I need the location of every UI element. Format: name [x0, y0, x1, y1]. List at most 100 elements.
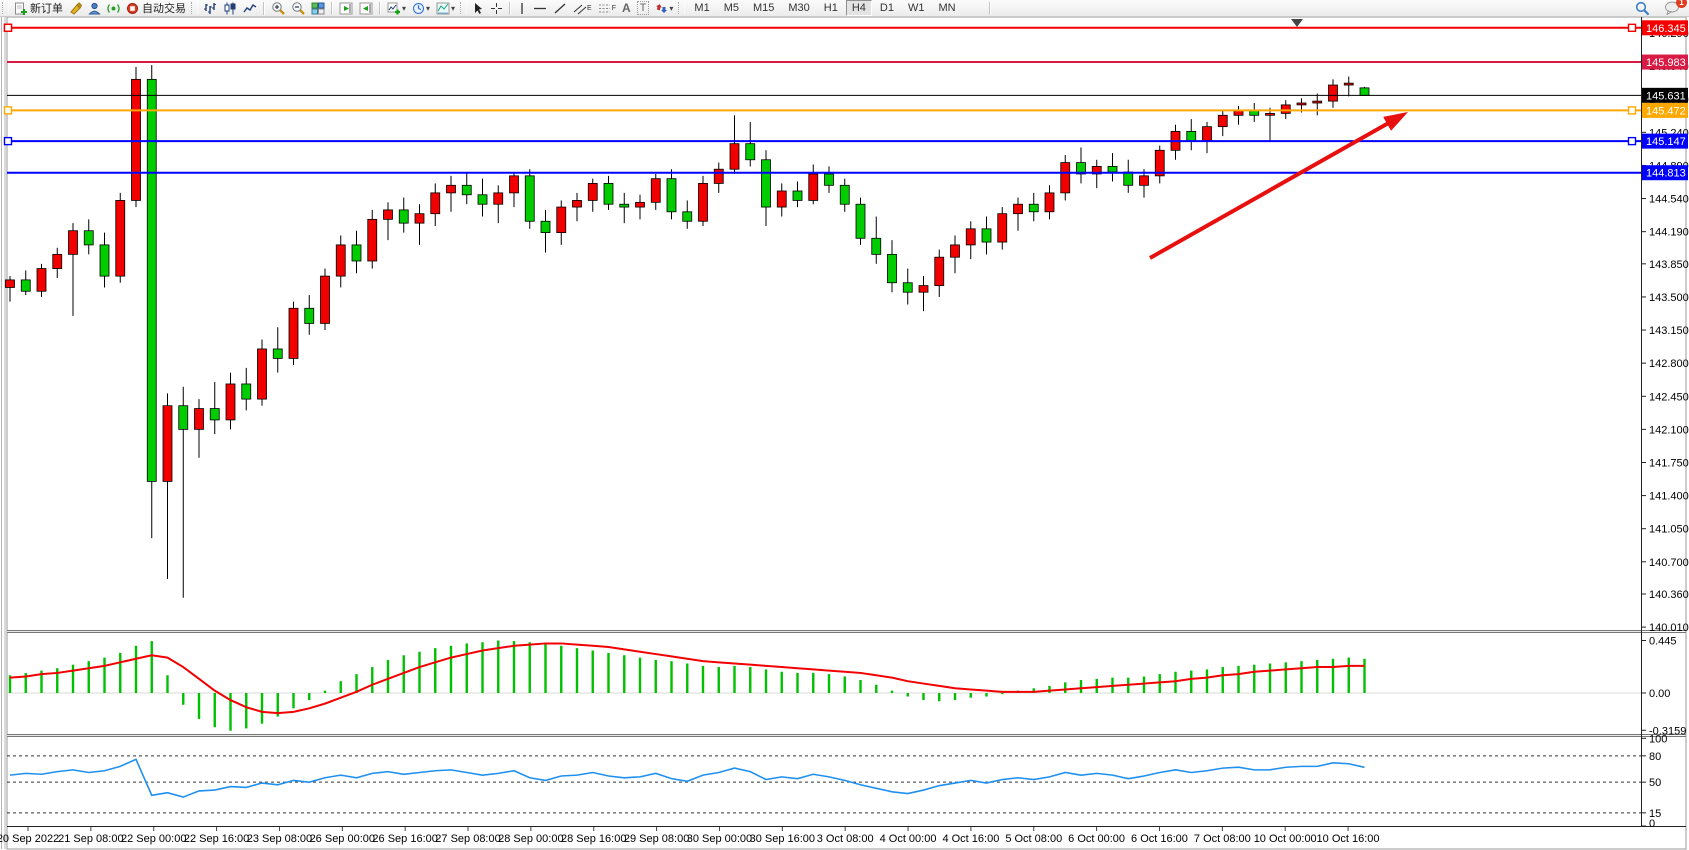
signals-button[interactable]: [104, 1, 123, 16]
svg-text:0: 0: [1649, 818, 1655, 830]
horizontal-line-button[interactable]: [530, 1, 550, 16]
cursor-icon: [472, 2, 484, 15]
tile-windows-button[interactable]: [308, 1, 328, 16]
application-window: 新订单 自动交易: [0, 0, 1689, 850]
candle-body: [1203, 127, 1212, 141]
profile-button[interactable]: [85, 1, 104, 16]
templates-dropdown-caret[interactable]: ▾: [451, 4, 455, 13]
candle-body: [667, 179, 676, 212]
svg-text:143.500: 143.500: [1649, 292, 1689, 304]
auto-scroll-button[interactable]: [336, 1, 356, 16]
timeframe-h1[interactable]: H1: [818, 0, 844, 16]
auto-trading-button[interactable]: 自动交易: [123, 1, 189, 16]
auto-scroll-icon: [339, 2, 353, 15]
candle-body: [714, 169, 723, 183]
fibonacci-icon: [598, 2, 612, 15]
svg-text:145.472: 145.472: [1646, 105, 1686, 117]
svg-text:50: 50: [1649, 777, 1661, 789]
vertical-line-button[interactable]: [514, 1, 530, 16]
timeframe-d1[interactable]: D1: [874, 0, 900, 16]
fibonacci-button[interactable]: F: [595, 1, 619, 16]
svg-text:30 Sep 16:00: 30 Sep 16:00: [750, 833, 815, 845]
svg-text:30 Sep 00:00: 30 Sep 00:00: [687, 833, 752, 845]
candle-body: [762, 160, 771, 207]
periods-dropdown-caret[interactable]: ▾: [426, 4, 430, 13]
candle-body: [1014, 204, 1023, 213]
candle-body: [179, 406, 188, 430]
candle-body: [840, 185, 849, 204]
indicators-dropdown-caret[interactable]: ▾: [402, 4, 406, 13]
zoom-out-button[interactable]: [288, 1, 308, 16]
line-handle-left[interactable]: [5, 107, 12, 114]
toolbar-grip[interactable]: [678, 2, 685, 14]
line-chart-button[interactable]: [240, 1, 260, 16]
timeframe-h4[interactable]: H4: [846, 0, 872, 16]
text-label-button[interactable]: T: [634, 1, 653, 16]
svg-text:28 Sep 00:00: 28 Sep 00:00: [498, 833, 563, 845]
svg-text:141.050: 141.050: [1649, 524, 1689, 536]
channel-letter: E: [587, 5, 592, 12]
svg-text:140.360: 140.360: [1649, 589, 1689, 601]
candle-body: [53, 254, 62, 268]
text-button[interactable]: A: [619, 1, 634, 16]
arrows-dropdown-caret[interactable]: ▾: [669, 4, 673, 13]
bar-chart-button[interactable]: [200, 1, 220, 16]
template-icon: [436, 2, 450, 15]
svg-text:144.813: 144.813: [1646, 168, 1686, 180]
line-handle-right[interactable]: [1629, 107, 1636, 114]
periods-button[interactable]: ▾: [409, 1, 433, 16]
svg-text:0.445: 0.445: [1649, 635, 1677, 647]
new-order-button[interactable]: 新订单: [11, 1, 66, 16]
line-handle-left[interactable]: [5, 138, 12, 145]
styler-button[interactable]: [66, 1, 85, 16]
search-button[interactable]: [1632, 1, 1653, 16]
timeframe-mn[interactable]: MN: [932, 0, 961, 16]
candle-body: [903, 283, 912, 292]
toolbar-grip[interactable]: [2, 2, 9, 14]
line-handle-left[interactable]: [5, 24, 12, 31]
indicators-icon: [387, 2, 401, 15]
toolbar-grip[interactable]: [460, 2, 467, 14]
timeframe-w1[interactable]: W1: [902, 0, 931, 16]
toolbar-grip[interactable]: [191, 2, 198, 14]
svg-text:145.631: 145.631: [1646, 90, 1686, 102]
candle-body: [951, 245, 960, 257]
timeframe-m30[interactable]: M30: [782, 0, 815, 16]
crosshair-icon: [490, 2, 503, 15]
zoom-in-button[interactable]: [268, 1, 288, 16]
candle-body: [100, 245, 109, 276]
svg-text:10 Oct 00:00: 10 Oct 00:00: [1254, 833, 1317, 845]
candle-body: [242, 384, 251, 399]
line-handle-right[interactable]: [1629, 24, 1636, 31]
notifications-button[interactable]: 1: [1661, 1, 1683, 16]
svg-text:141.400: 141.400: [1649, 491, 1689, 503]
chart-shift-button[interactable]: [356, 1, 376, 16]
candle-body: [1218, 115, 1227, 126]
crosshair-button[interactable]: [487, 1, 506, 16]
timeframe-m15[interactable]: M15: [747, 0, 780, 16]
tile-windows-icon: [311, 2, 325, 15]
svg-text:28 Sep 16:00: 28 Sep 16:00: [561, 833, 626, 845]
toolbar-separator: [989, 2, 991, 15]
trendline-button[interactable]: [550, 1, 570, 16]
candle-body: [604, 183, 613, 204]
svg-text:3 Oct 08:00: 3 Oct 08:00: [817, 833, 874, 845]
equidistant-channel-button[interactable]: E: [570, 1, 595, 16]
candle-body: [226, 384, 235, 420]
templates-button[interactable]: ▾: [433, 1, 458, 16]
cursor-button[interactable]: [469, 1, 487, 16]
svg-text:26 Sep 16:00: 26 Sep 16:00: [372, 833, 437, 845]
candle-body: [431, 193, 440, 214]
candlestick-chart-button[interactable]: [220, 1, 240, 16]
timeframe-m1[interactable]: M1: [688, 0, 715, 16]
svg-text:6 Oct 16:00: 6 Oct 16:00: [1131, 833, 1188, 845]
candle-body: [305, 308, 314, 323]
candle-body: [919, 286, 928, 293]
arrows-button[interactable]: ▾: [652, 1, 676, 16]
indicators-button[interactable]: ▾: [384, 1, 409, 16]
line-handle-right[interactable]: [1629, 138, 1636, 145]
timeframe-m5[interactable]: M5: [718, 0, 745, 16]
candle-body: [494, 193, 503, 204]
fibonacci-letter: F: [612, 5, 616, 12]
svg-text:22 Sep 16:00: 22 Sep 16:00: [184, 833, 249, 845]
